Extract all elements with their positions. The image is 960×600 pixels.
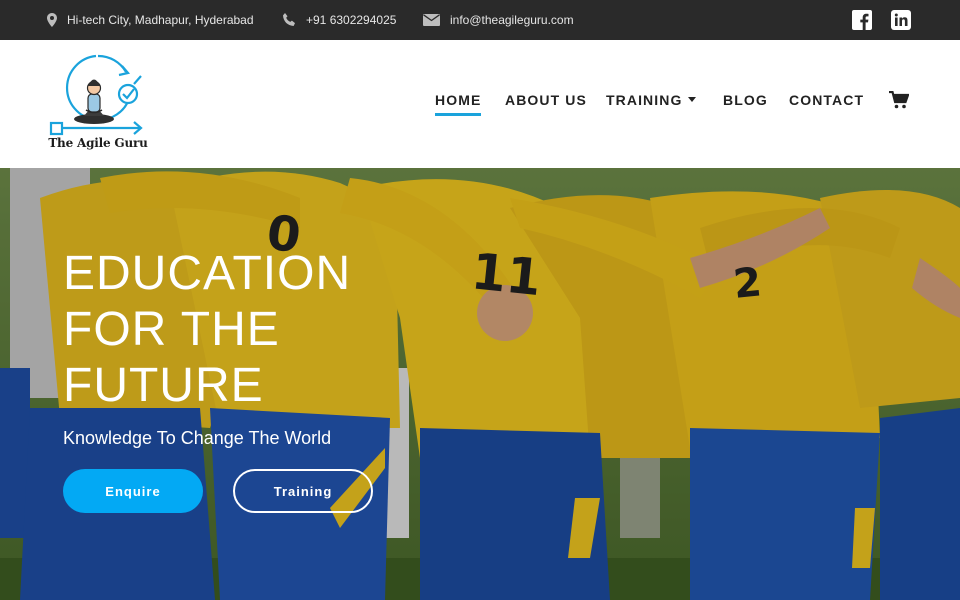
meditating-guru-logo-icon — [49, 54, 143, 136]
linkedin-icon[interactable] — [891, 10, 911, 30]
caret-down-icon — [688, 96, 697, 102]
enquire-button[interactable]: Enquire — [63, 469, 203, 513]
address-info: Hi-tech City, Madhapur, Hyderabad — [47, 0, 254, 40]
nav-item-home[interactable]: HOME — [435, 92, 481, 108]
facebook-icon[interactable] — [852, 10, 872, 30]
hero-banner: 0 11 2 EDUCATION FOR THE FUTURE Knowledg… — [0, 168, 960, 600]
nav-item-training[interactable]: TRAINING — [606, 92, 697, 108]
envelope-icon — [423, 14, 440, 26]
top-bar: Hi-tech City, Madhapur, Hyderabad +91 63… — [0, 0, 960, 40]
nav-item-training-label: TRAINING — [606, 92, 683, 108]
site-logo[interactable]: The Agile Guru — [48, 52, 148, 156]
hero-title-line-2: FOR THE — [63, 303, 280, 356]
site-header: The Agile Guru HOME ABOUT US TRAINING BL… — [0, 40, 960, 168]
nav-item-contact[interactable]: CONTACT — [789, 92, 864, 108]
hero-title-line-1: EDUCATION — [63, 247, 352, 300]
hero-subtitle: Knowledge To Change The World — [63, 428, 332, 448]
shopping-cart-icon[interactable] — [889, 91, 909, 109]
training-button[interactable]: Training — [233, 469, 373, 513]
phone-icon — [283, 13, 295, 26]
nav-item-blog[interactable]: BLOG — [723, 92, 768, 108]
phone-info[interactable]: +91 6302294025 — [282, 0, 396, 40]
nav-active-underline — [435, 113, 481, 116]
email-text[interactable]: info@theagileguru.com — [450, 13, 574, 27]
nav-item-about-us[interactable]: ABOUT US — [505, 92, 587, 108]
phone-text[interactable]: +91 6302294025 — [306, 13, 396, 27]
hero-title-line-3: FUTURE — [63, 359, 264, 412]
address-text: Hi-tech City, Madhapur, Hyderabad — [67, 13, 254, 27]
map-pin-icon — [47, 13, 57, 27]
email-info[interactable]: info@theagileguru.com — [423, 0, 574, 40]
hero-title: EDUCATION FOR THE FUTURE — [63, 246, 483, 414]
logo-text: The Agile Guru — [48, 136, 148, 150]
